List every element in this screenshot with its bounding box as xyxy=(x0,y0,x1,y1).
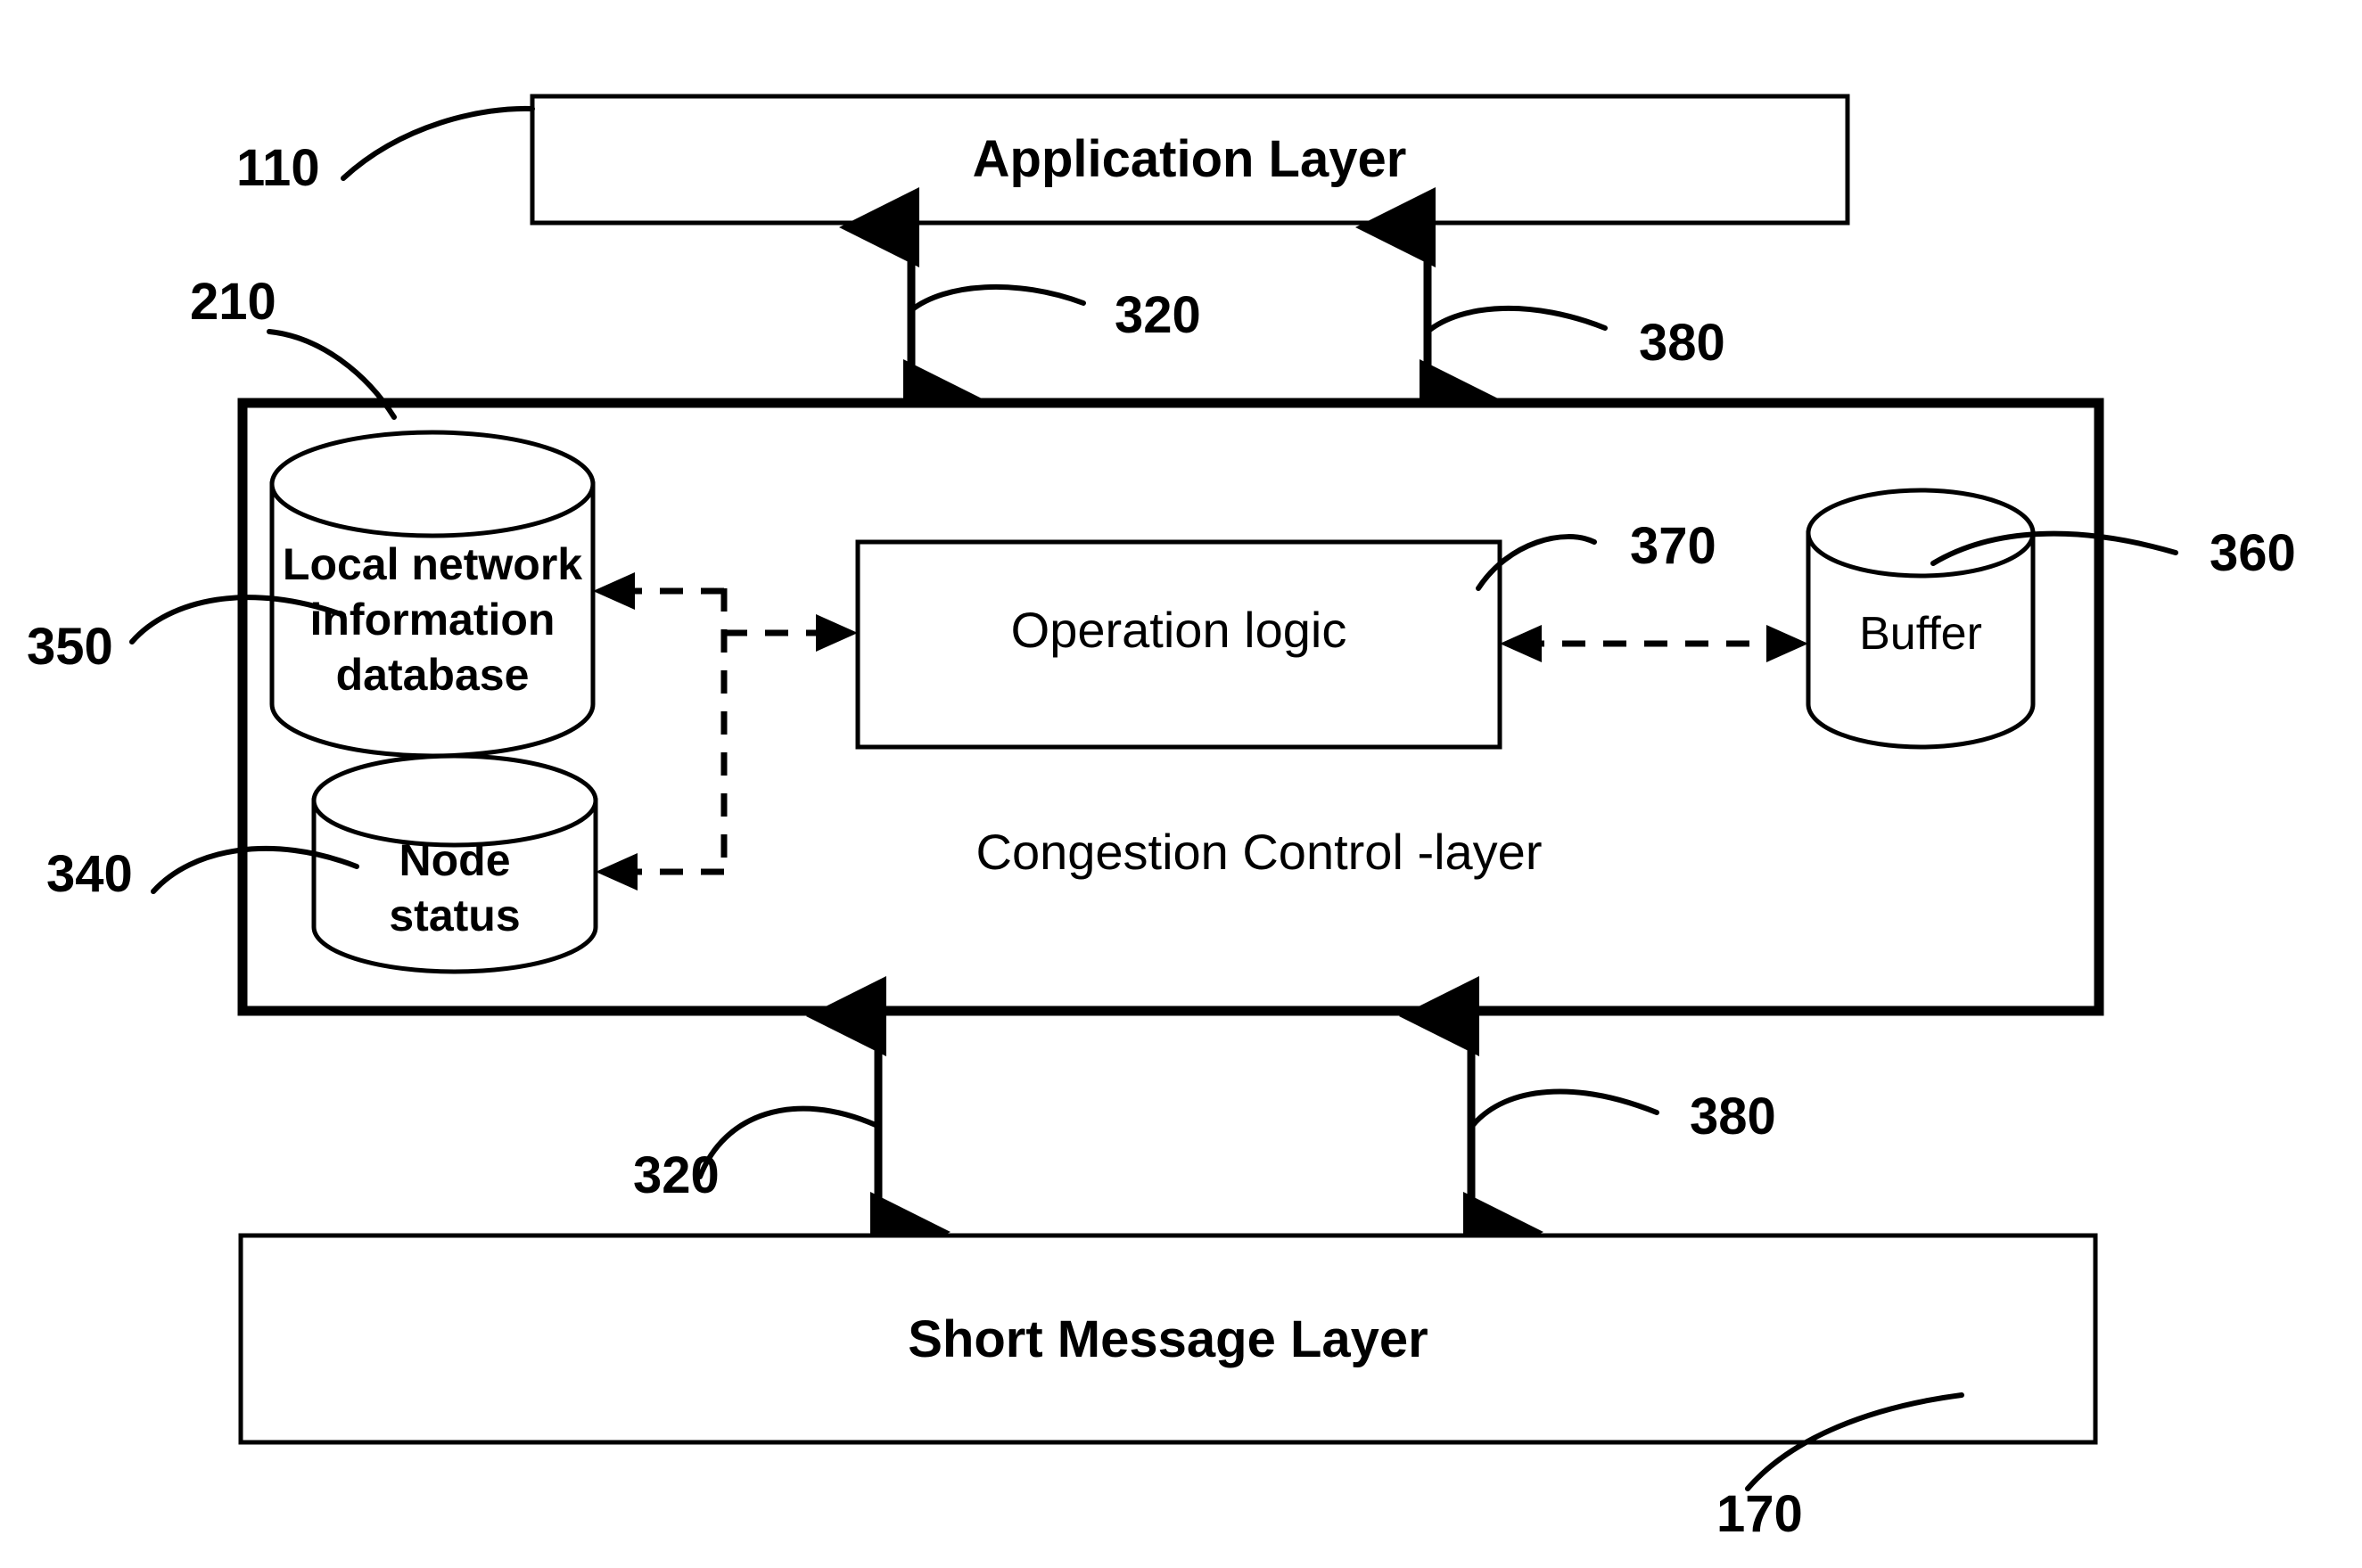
ref-numeral-380-bottom: 380 xyxy=(1690,1088,1776,1145)
patent-figure: Application Layer 110 320 380 Congestion… xyxy=(0,0,2362,1568)
ref-numeral-380-top: 380 xyxy=(1639,314,1725,372)
diagram-canvas: Application Layer 110 320 380 Congestion… xyxy=(0,0,2362,1568)
leader-line-320-top xyxy=(911,287,1083,310)
leader-line-110 xyxy=(343,109,532,178)
ref-numeral-340: 340 xyxy=(46,845,133,903)
leader-line-380-bottom xyxy=(1473,1092,1657,1125)
ref-numeral-320-bottom: 320 xyxy=(633,1146,720,1204)
ref-numeral-210: 210 xyxy=(190,273,276,331)
leader-line-380-top xyxy=(1428,308,1605,332)
node-status-label-line1: Node xyxy=(399,835,511,885)
congestion-control-layer-label: Congestion Control -layer xyxy=(976,824,1543,880)
ref-numeral-320-top: 320 xyxy=(1115,286,1201,344)
local-network-db-label-line1: Local network xyxy=(283,539,582,589)
application-layer-label: Application Layer xyxy=(973,130,1407,188)
buffer-label: Buffer xyxy=(1859,608,1982,660)
ref-numeral-360: 360 xyxy=(2210,524,2296,582)
node-status-label-line2: status xyxy=(389,891,520,940)
short-message-layer-label: Short Message Layer xyxy=(908,1310,1428,1368)
ref-numeral-350: 350 xyxy=(27,618,113,676)
operation-logic-label: Operation logic xyxy=(1011,602,1347,658)
ref-numeral-370: 370 xyxy=(1630,517,1716,575)
local-network-db-label-line3: database xyxy=(336,650,530,700)
ref-numeral-170: 170 xyxy=(1716,1485,1803,1543)
ref-numeral-110: 110 xyxy=(236,139,320,197)
leader-line-320-bottom xyxy=(700,1109,876,1177)
local-network-db-label-line2: information xyxy=(310,595,556,644)
